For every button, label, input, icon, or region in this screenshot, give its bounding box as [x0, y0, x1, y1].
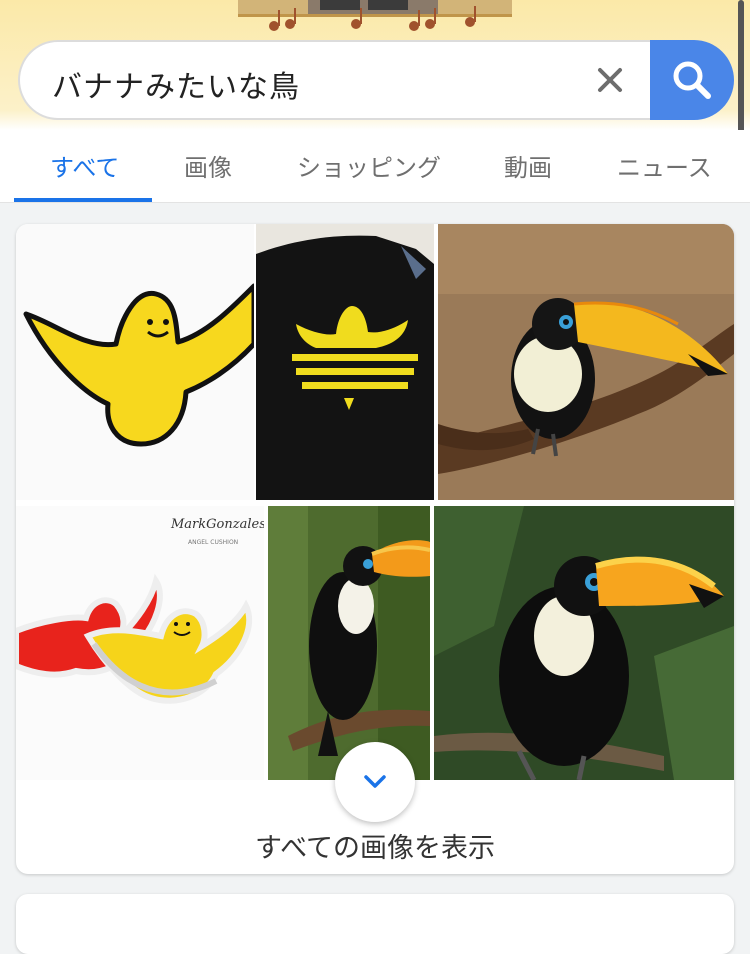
- tab-news[interactable]: ニュース: [617, 148, 712, 183]
- svg-text:ANGEL CUSHION: ANGEL CUSHION: [188, 539, 238, 546]
- tab-shopping[interactable]: ショッピング: [297, 148, 441, 183]
- image-thumbnail[interactable]: [268, 506, 430, 780]
- search-query-text[interactable]: バナナみたいな鳥: [52, 62, 300, 106]
- search-header: バナナみたいな鳥 すべて 画像 ショッピング 動画 ニュース: [0, 0, 750, 203]
- image-thumbnail[interactable]: [434, 506, 734, 780]
- tab-images[interactable]: 画像: [184, 148, 232, 183]
- image-thumbnail[interactable]: [438, 224, 734, 500]
- image-thumbnail[interactable]: [256, 224, 434, 500]
- scrollbar[interactable]: [738, 0, 744, 138]
- chevron-down-icon: [364, 775, 386, 788]
- image-thumbnail[interactable]: MarkGonzales ANGEL CUSHION: [16, 506, 264, 780]
- expand-images-button[interactable]: [335, 742, 415, 822]
- search-icon: [673, 61, 711, 99]
- image-results-card: MarkGonzales ANGEL CUSHION すべての画像を表示: [16, 224, 734, 874]
- tab-all[interactable]: すべて: [50, 148, 119, 183]
- search-button[interactable]: [650, 40, 734, 120]
- active-tab-indicator: [14, 198, 152, 202]
- tab-bar: すべて 画像 ショッピング 動画 ニュース: [0, 130, 750, 203]
- close-icon[interactable]: [590, 60, 630, 100]
- search-input[interactable]: バナナみたいな鳥: [18, 40, 658, 120]
- svg-text:MarkGonzales: MarkGonzales: [170, 517, 264, 532]
- tab-videos[interactable]: 動画: [504, 148, 552, 183]
- image-thumbnail[interactable]: [16, 224, 254, 500]
- next-result-card: [16, 894, 734, 954]
- show-all-images-link[interactable]: すべての画像を表示: [16, 826, 734, 865]
- doodle-banner[interactable]: [238, 0, 512, 34]
